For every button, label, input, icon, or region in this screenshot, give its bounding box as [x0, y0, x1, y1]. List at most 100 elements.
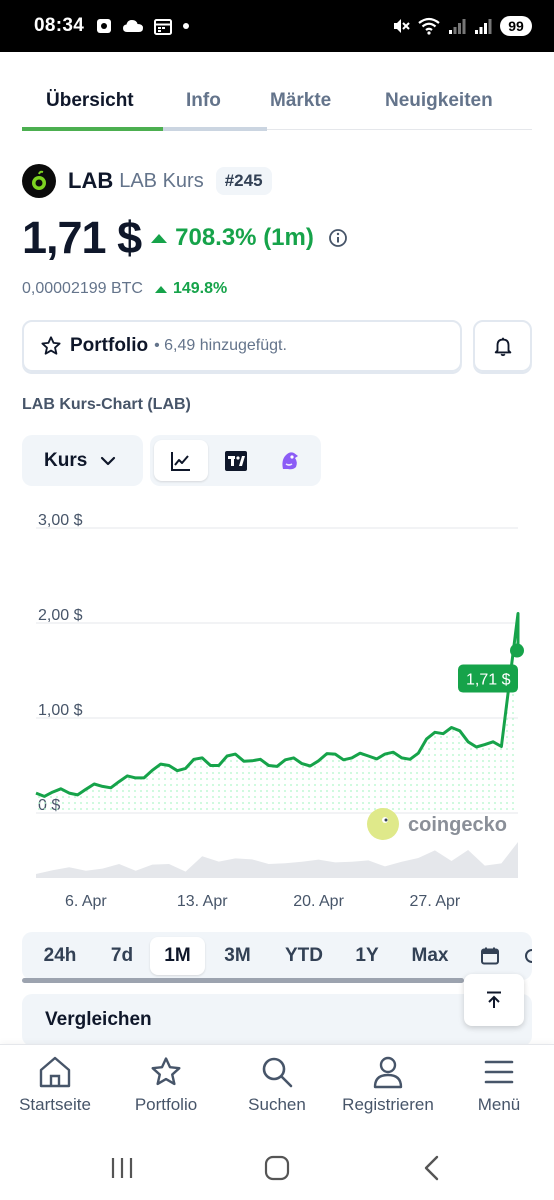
time-range-selector: 24h 7d 1M 3M YTD 1Y Max [22, 932, 532, 980]
compare-label: Vergleichen [45, 1009, 152, 1030]
btc-change-value: 149.8% [172, 280, 228, 297]
range-max[interactable]: Max [400, 937, 460, 975]
battery-indicator: 99 [500, 16, 532, 36]
coin-price: 1,71 $ [22, 212, 142, 263]
system-navigation-bar [0, 1140, 554, 1200]
range-1m[interactable]: 1M [150, 937, 205, 975]
price-change-value: 708.3% (1m) [175, 224, 314, 251]
btc-change: 149.8% [154, 280, 228, 298]
nav-menu[interactable]: Menü [444, 1055, 554, 1115]
volume-area [36, 842, 518, 878]
line-chart-icon [171, 451, 190, 471]
portfolio-label: Portfolio [70, 335, 149, 356]
up-arrow-icon [151, 233, 168, 243]
tab-bar: Übersicht Info Märkte Neuigkeiten [22, 82, 532, 131]
range-3m[interactable]: 3M [210, 937, 265, 975]
status-right-icons: 99 [392, 16, 532, 36]
range-ytd[interactable]: YTD [272, 937, 336, 975]
nav-home-label: Startseite [19, 1095, 91, 1114]
wifi-icon [418, 17, 440, 35]
gecko-chart-button[interactable] [263, 440, 317, 481]
bell-icon [494, 337, 511, 357]
last-price-label: 1,71 $ [458, 664, 518, 693]
back-icon[interactable] [418, 1154, 446, 1182]
chevron-down-icon [101, 456, 116, 465]
price-chart[interactable]: 3,00 $2,00 $1,00 $0 $ coingecko 6. Apr13… [0, 500, 554, 920]
chart-metric-select[interactable]: Kurs [22, 435, 143, 486]
notification-app-icon [97, 19, 112, 33]
range-overflow-indicator [520, 937, 532, 975]
home-button-icon[interactable] [263, 1154, 291, 1182]
tab-news[interactable]: Neuigkeiten [385, 90, 493, 112]
status-bar: 08:34 99 [0, 0, 554, 52]
chart-metric-label: Kurs [44, 449, 88, 471]
portfolio-sub: • 6,49 hinzugefügt. [154, 337, 287, 354]
tab-markets[interactable]: Märkte [270, 90, 331, 112]
last-price-point[interactable] [510, 643, 524, 658]
recent-apps-icon[interactable] [108, 1154, 136, 1182]
nav-search[interactable]: Suchen [222, 1055, 332, 1115]
chart-type-group [150, 435, 321, 486]
watermark-text: coingecko [408, 814, 507, 836]
price-row: 1,71 $ 708.3% (1m) [22, 210, 348, 266]
nav-portfolio-label: Portfolio [134, 1095, 198, 1114]
nav-register[interactable]: Registrieren [333, 1055, 443, 1115]
home-icon [39, 1056, 71, 1088]
status-left-icons [96, 18, 190, 35]
tradingview-icon [225, 450, 247, 471]
price-change: 708.3% (1m) [151, 224, 314, 252]
info-icon[interactable] [328, 228, 348, 248]
price-alert-button[interactable] [473, 320, 532, 372]
date-range-button[interactable] [470, 937, 510, 975]
last-price-text: 1,71 $ [466, 672, 511, 689]
range-1y[interactable]: 1Y [342, 937, 392, 975]
rank-badge: #245 [215, 167, 272, 195]
user-icon [373, 1056, 403, 1089]
range-24h[interactable]: 24h [28, 937, 92, 975]
btc-price-row: 0,00002199 BTC 149.8% [22, 280, 227, 298]
status-time: 08:34 [34, 15, 85, 36]
star-icon [151, 1057, 181, 1086]
compare-button[interactable]: Vergleichen [22, 994, 532, 1046]
nav-search-label: Suchen [248, 1095, 306, 1114]
gecko-icon [282, 451, 298, 469]
signal-icon-1 [449, 19, 466, 34]
tab-info[interactable]: Info [186, 90, 221, 112]
up-arrow-small-icon [154, 285, 167, 293]
calendar-icon [154, 18, 173, 35]
tab-overview[interactable]: Übersicht [46, 90, 134, 112]
nav-menu-label: Menü [477, 1095, 521, 1114]
dot-icon [183, 23, 190, 29]
tab-indicator-active [22, 127, 163, 131]
range-scrollbar[interactable] [22, 978, 464, 983]
mute-icon [394, 19, 410, 33]
coin-logo-icon [22, 164, 56, 198]
menu-icon [484, 1060, 514, 1084]
signal-icon-2 [475, 19, 492, 34]
search-icon [262, 1057, 293, 1088]
x-tick-label: 27. Apr [410, 893, 461, 910]
btc-price: 0,00002199 BTC [22, 280, 143, 297]
chart-title: LAB Kurs-Chart (LAB) [22, 396, 191, 413]
price-area-fill [36, 613, 518, 813]
y-tick-label: 2,00 $ [38, 607, 83, 624]
y-tick-label: 3,00 $ [38, 512, 83, 529]
line-chart-button[interactable] [154, 440, 208, 481]
x-tick-label: 13. Apr [177, 893, 228, 910]
calendar-icon [481, 947, 499, 965]
cloud-icon [123, 20, 144, 32]
range-7d[interactable]: 7d [96, 937, 148, 975]
star-outline-icon [41, 336, 61, 355]
nav-register-label: Registrieren [342, 1095, 434, 1114]
scroll-to-top-button[interactable] [464, 974, 524, 1026]
coin-header: LAB LAB Kurs #245 [22, 164, 272, 198]
nav-home[interactable]: Startseite [0, 1055, 110, 1115]
nav-portfolio[interactable]: Portfolio [111, 1055, 221, 1115]
portfolio-button[interactable]: Portfolio • 6,49 hinzugefügt. [22, 320, 462, 372]
arrow-up-to-line-icon [487, 991, 501, 1008]
coin-name: LAB Kurs [119, 169, 204, 192]
x-tick-label: 6. Apr [65, 893, 107, 910]
tradingview-button[interactable] [209, 440, 263, 481]
bottom-nav: Startseite Portfolio Suchen Registrieren… [0, 1044, 554, 1140]
coin-symbol: LAB [68, 168, 114, 193]
